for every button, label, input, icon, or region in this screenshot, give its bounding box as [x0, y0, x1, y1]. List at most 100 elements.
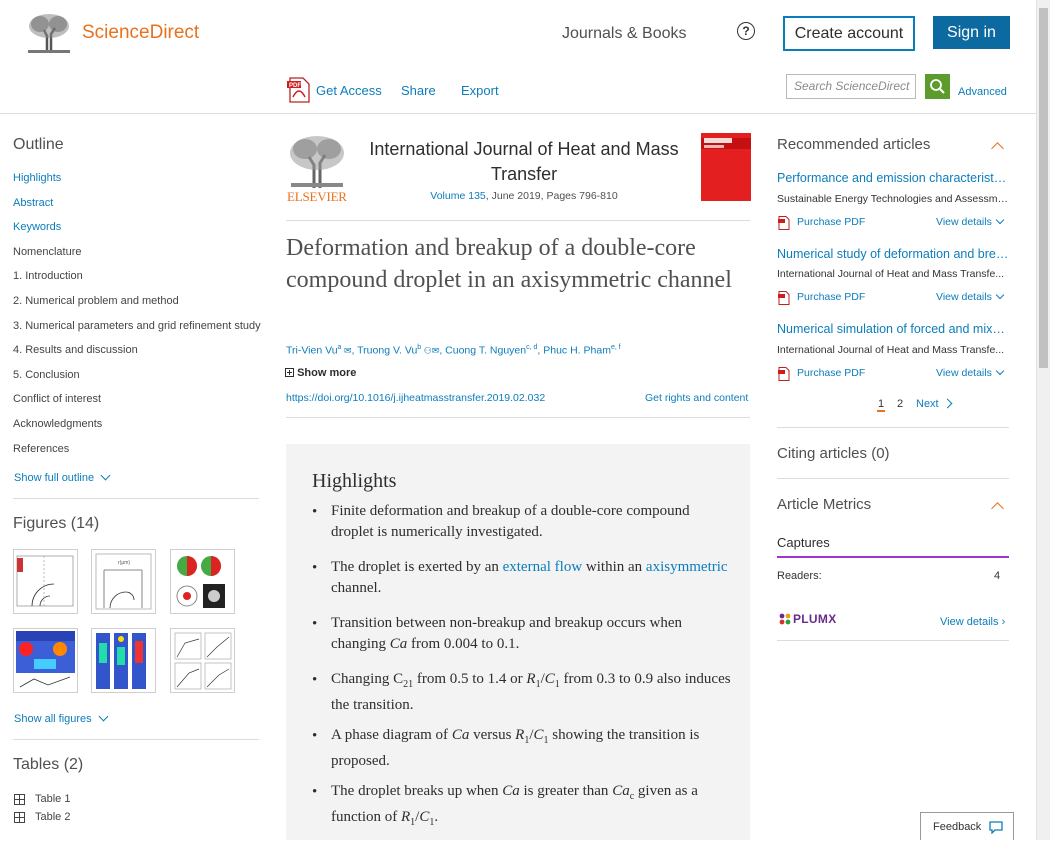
- outline-item-keywords[interactable]: Keywords: [13, 221, 61, 233]
- page-scrollbar[interactable]: [1036, 0, 1050, 840]
- help-icon[interactable]: ?: [737, 22, 755, 40]
- feedback-label: Feedback: [933, 821, 982, 833]
- view-details-label: View details: [936, 367, 992, 379]
- rights-content-link[interactable]: Get rights and content: [645, 392, 748, 404]
- view-details-button[interactable]: View details: [936, 290, 1005, 303]
- recommended-article-source: International Journal of Heat and Mass T…: [777, 268, 1005, 280]
- purchase-pdf-link[interactable]: Purchase PDF: [797, 216, 865, 228]
- recommended-article-link[interactable]: Performance and emission characteristics…: [777, 171, 1009, 185]
- brand-link[interactable]: ScienceDirect: [82, 22, 199, 44]
- figure-thumbnail[interactable]: r(μm): [91, 549, 156, 614]
- author-link[interactable]: Cuong T. Nguyen: [445, 345, 526, 357]
- figure-thumbnail[interactable]: [13, 549, 78, 614]
- search-icon: [930, 79, 945, 94]
- figure-thumbnail[interactable]: [170, 549, 235, 614]
- captures-label: Captures: [777, 535, 830, 550]
- grid-table-icon: [14, 794, 25, 805]
- outline-item-abstract[interactable]: Abstract: [13, 197, 53, 209]
- pagination-page-2[interactable]: 2: [897, 398, 903, 410]
- elsevier-tree-logo[interactable]: [26, 12, 72, 54]
- get-access-link[interactable]: Get Access: [316, 83, 382, 98]
- figure-thumbnail[interactable]: [13, 628, 78, 693]
- svg-text:r(μm): r(μm): [118, 560, 130, 566]
- elsevier-tree-logo[interactable]: [287, 133, 347, 188]
- outline-item-conflict[interactable]: Conflict of interest: [13, 393, 101, 405]
- chevron-up-icon[interactable]: [991, 502, 1004, 515]
- divider: [286, 220, 750, 221]
- scrollbar-thumb[interactable]: [1039, 8, 1048, 368]
- recommended-article-link[interactable]: Numerical simulation of forced and mixed…: [777, 322, 1009, 336]
- journal-title-link[interactable]: International Journal of Heat and Mass T…: [356, 137, 692, 187]
- export-link[interactable]: Export: [461, 83, 499, 98]
- plumx-logo-icon: [779, 613, 791, 625]
- outline-item-references[interactable]: References: [13, 443, 69, 455]
- purchase-pdf-link[interactable]: Purchase PDF: [797, 291, 865, 303]
- journals-books-link[interactable]: Journals & Books: [562, 25, 687, 43]
- plumx-logo: PLUMX: [793, 612, 837, 626]
- view-details-button[interactable]: View details: [936, 366, 1005, 379]
- outline-item-conclusion[interactable]: 5. Conclusion: [13, 369, 80, 381]
- volume-detail: , June 2019, Pages 796-810: [485, 190, 618, 202]
- view-details-button[interactable]: View details: [936, 215, 1005, 228]
- recommended-article-link[interactable]: Numerical study of deformation and break…: [777, 247, 1009, 261]
- outline-title: Outline: [13, 136, 64, 153]
- recommended-article-source: Sustainable Energy Technologies and Asse…: [777, 193, 1009, 205]
- create-account-button[interactable]: Create account: [783, 16, 915, 51]
- share-link[interactable]: Share: [401, 83, 436, 98]
- highlight-item: Finite deformation and breakup of a doub…: [331, 503, 690, 540]
- doi-link[interactable]: https://doi.org/10.1016/j.ijheatmasstran…: [286, 392, 545, 404]
- divider: [777, 478, 1009, 479]
- show-all-figures-button[interactable]: Show all figures: [14, 711, 109, 725]
- pagination-page-1[interactable]: 1: [877, 398, 886, 412]
- journal-cover-image[interactable]: [701, 133, 751, 201]
- email-icon[interactable]: ✉: [341, 346, 352, 356]
- search-button[interactable]: [925, 74, 950, 99]
- figure-thumbnail[interactable]: [170, 628, 235, 693]
- feedback-button[interactable]: Feedback: [920, 812, 1014, 840]
- show-full-outline-button[interactable]: Show full outline: [14, 470, 111, 484]
- chevron-up-icon[interactable]: [991, 142, 1004, 155]
- plus-box-icon: [285, 368, 294, 377]
- plumx-view-details-link[interactable]: View details ›: [940, 616, 1005, 628]
- divider: [13, 498, 259, 499]
- table-link-1[interactable]: Table 1: [35, 793, 70, 805]
- search-input[interactable]: Search ScienceDirect: [786, 74, 916, 99]
- outline-item-numerical-problem[interactable]: 2. Numerical problem and method: [13, 295, 179, 307]
- outline-item-results[interactable]: 4. Results and discussion: [13, 344, 138, 356]
- author-link[interactable]: Truong V. Vu: [357, 345, 417, 357]
- pagination-next[interactable]: Next: [916, 398, 953, 410]
- outline-item-numerical-parameters[interactable]: 3. Numerical parameters and grid refinem…: [13, 320, 261, 332]
- outline-item-nomenclature[interactable]: Nomenclature: [13, 246, 81, 258]
- person-icon[interactable]: ⚇: [421, 346, 432, 356]
- bullet: •: [312, 728, 318, 744]
- pdf-icon[interactable]: PDF: [287, 77, 311, 103]
- purchase-pdf-link[interactable]: Purchase PDF: [797, 367, 865, 379]
- external-flow-link[interactable]: external flow: [503, 559, 583, 575]
- divider: [777, 640, 1009, 641]
- bullet: •: [312, 504, 318, 520]
- svg-text:PDF: PDF: [289, 83, 301, 89]
- author-link[interactable]: Tri-Vien Vu: [286, 345, 338, 357]
- citing-articles-title[interactable]: Citing articles (0): [777, 445, 890, 462]
- cover-text-block: [704, 137, 732, 148]
- outline-item-introduction[interactable]: 1. Introduction: [13, 270, 83, 282]
- figure-thumbnail[interactable]: [91, 628, 156, 693]
- captures-underline: [777, 556, 1009, 558]
- highlight-item: The droplet breaks up when Ca is greater…: [331, 783, 698, 828]
- highlight-item: Transition between non-breakup and break…: [331, 615, 683, 652]
- show-more-button[interactable]: Show more: [285, 367, 356, 379]
- author-link[interactable]: Phuc H. Pham: [543, 345, 611, 357]
- plumx-view-details-label: View details: [940, 616, 999, 628]
- outline-item-highlights[interactable]: Highlights: [13, 172, 61, 184]
- advanced-search-link[interactable]: Advanced: [958, 86, 1007, 98]
- outline-item-acknowledgments[interactable]: Acknowledgments: [13, 418, 102, 430]
- bullet: •: [312, 560, 318, 576]
- volume-link[interactable]: Volume 135: [430, 190, 485, 202]
- axisymmetric-link[interactable]: axisymmetric: [646, 559, 728, 575]
- sign-in-button[interactable]: Sign in: [933, 16, 1010, 49]
- author-affiliation: e, f: [610, 344, 621, 351]
- article-title: Deformation and breakup of a double-core…: [286, 235, 732, 293]
- email-icon[interactable]: ✉: [432, 346, 440, 356]
- table-link-2[interactable]: Table 2: [35, 811, 70, 823]
- view-details-label: View details: [936, 216, 992, 228]
